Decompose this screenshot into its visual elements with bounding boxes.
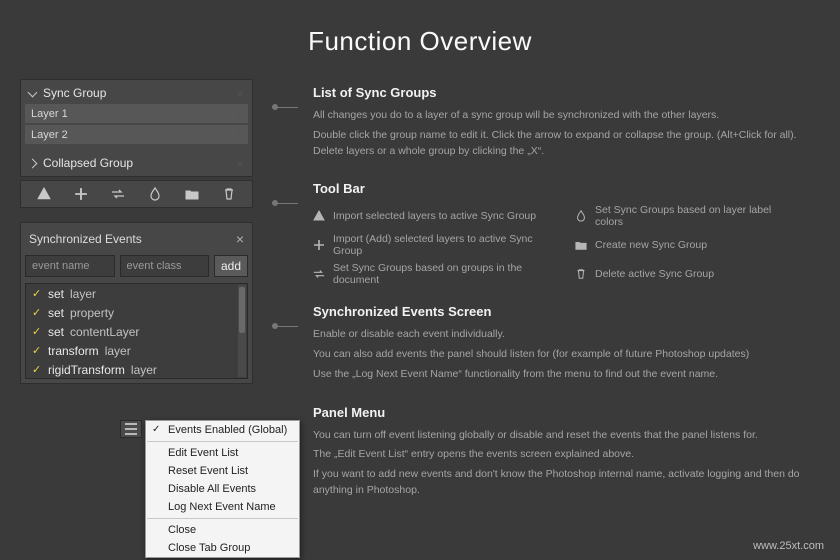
check-icon[interactable]: ✓ (32, 287, 42, 300)
scrollbar[interactable] (238, 285, 246, 377)
section-events: Synchronized Events Screen Enable or dis… (313, 304, 820, 404)
check-icon[interactable]: ✓ (32, 363, 42, 376)
sync-group-header[interactable]: Sync Group × (23, 82, 250, 104)
sync-toolbar (20, 180, 253, 208)
drop-color-icon[interactable] (145, 184, 165, 204)
bullet-icon (273, 85, 313, 181)
menu-item-edit-list[interactable]: Edit Event List (146, 444, 299, 462)
sync-layer-row[interactable]: Layer 1 × (25, 104, 248, 123)
sync-groups-panel: Sync Group × Layer 1 × Layer 2 × Collaps… (20, 79, 253, 177)
event-item[interactable]: ✓set layer (26, 284, 247, 303)
chevron-right-icon[interactable] (29, 159, 37, 167)
menu-separator (147, 441, 298, 442)
trash-icon[interactable] (219, 184, 239, 204)
layer-name: Layer 2 (31, 129, 68, 141)
section-text: All changes you do to a layer of a sync … (313, 108, 820, 124)
section-heading: List of Sync Groups (313, 85, 820, 100)
close-icon[interactable]: × (236, 231, 244, 247)
sync-layer-row[interactable]: Layer 2 × (25, 125, 248, 144)
section-text: Double click the group name to edit it. … (313, 128, 820, 160)
section-heading: Synchronized Events Screen (313, 304, 820, 319)
close-icon[interactable]: × (236, 87, 244, 100)
scrollbar-thumb[interactable] (239, 287, 245, 333)
menu-item-close[interactable]: Close (146, 521, 299, 539)
section-text: The „Edit Event List“ entry opens the ev… (313, 447, 820, 463)
section-text: Enable or disable each event individuall… (313, 327, 820, 343)
events-panel-title: Synchronized Events (29, 232, 142, 246)
sync-group-name: Sync Group (43, 86, 106, 100)
section-toolbar: Tool Bar Import selected layers to activ… (313, 181, 820, 304)
event-item[interactable]: ✓rigidTransform layer (26, 360, 247, 379)
bullet-icon (273, 304, 313, 404)
menu-item-close-group[interactable]: Close Tab Group (146, 539, 299, 557)
panel-menu-flyout: Events Enabled (Global) Edit Event List … (120, 420, 300, 558)
events-list[interactable]: ✓set layer ✓set property ✓set contentLay… (25, 283, 248, 379)
event-name-input[interactable] (25, 255, 115, 277)
sync-groups-block: Sync Group × Layer 1 × Layer 2 × Collaps… (20, 79, 253, 208)
toolbar-legend: Import selected layers to active Sync Gr… (313, 204, 820, 286)
check-icon[interactable]: ✓ (32, 325, 42, 338)
menu-item-events-enabled[interactable]: Events Enabled (Global) (146, 421, 299, 439)
section-text: You can turn off event listening globall… (313, 428, 820, 444)
menu-item-disable-all[interactable]: Disable All Events (146, 480, 299, 498)
watermark: www.25xt.com (753, 540, 824, 552)
context-menu: Events Enabled (Global) Edit Event List … (145, 420, 300, 558)
close-icon[interactable]: × (234, 128, 242, 141)
event-item[interactable]: ✓transform layer (26, 341, 247, 360)
check-icon[interactable]: ✓ (32, 306, 42, 319)
event-item[interactable]: ✓set property (26, 303, 247, 322)
event-item[interactable]: ✓set contentLayer (26, 322, 247, 341)
menu-separator (147, 518, 298, 519)
folder-icon[interactable] (182, 184, 202, 204)
events-panel: Synchronized Events × add ✓set layer ✓se… (20, 222, 253, 384)
bullet-icon (273, 181, 313, 304)
section-heading: Tool Bar (313, 181, 820, 196)
chevron-down-icon[interactable] (29, 89, 37, 97)
menu-item-reset-list[interactable]: Reset Event List (146, 462, 299, 480)
section-text: If you want to add new events and don't … (313, 467, 820, 499)
add-event-button[interactable]: add (214, 255, 248, 277)
close-icon[interactable]: × (236, 157, 244, 170)
section-text: Use the „Log Next Event Name“ functional… (313, 367, 820, 383)
add-plus-icon[interactable] (71, 184, 91, 204)
event-class-input[interactable] (120, 255, 210, 277)
right-column: List of Sync Groups All changes you do t… (273, 79, 820, 521)
close-icon[interactable]: × (234, 107, 242, 120)
check-icon[interactable]: ✓ (32, 344, 42, 357)
page-title: Function Overview (0, 0, 840, 57)
section-heading: Panel Menu (313, 405, 820, 420)
hamburger-icon[interactable] (120, 420, 142, 438)
section-text: You can also add events the panel should… (313, 347, 820, 363)
section-sync-groups: List of Sync Groups All changes you do t… (313, 85, 820, 181)
swap-arrows-icon[interactable] (108, 184, 128, 204)
sync-group-name: Collapsed Group (43, 156, 133, 170)
sync-group-header-collapsed[interactable]: Collapsed Group × (23, 152, 250, 174)
import-triangle-icon[interactable] (34, 184, 54, 204)
layer-name: Layer 1 (31, 108, 68, 120)
menu-item-log-next[interactable]: Log Next Event Name (146, 498, 299, 516)
section-panel-menu: Panel Menu You can turn off event listen… (313, 405, 820, 521)
